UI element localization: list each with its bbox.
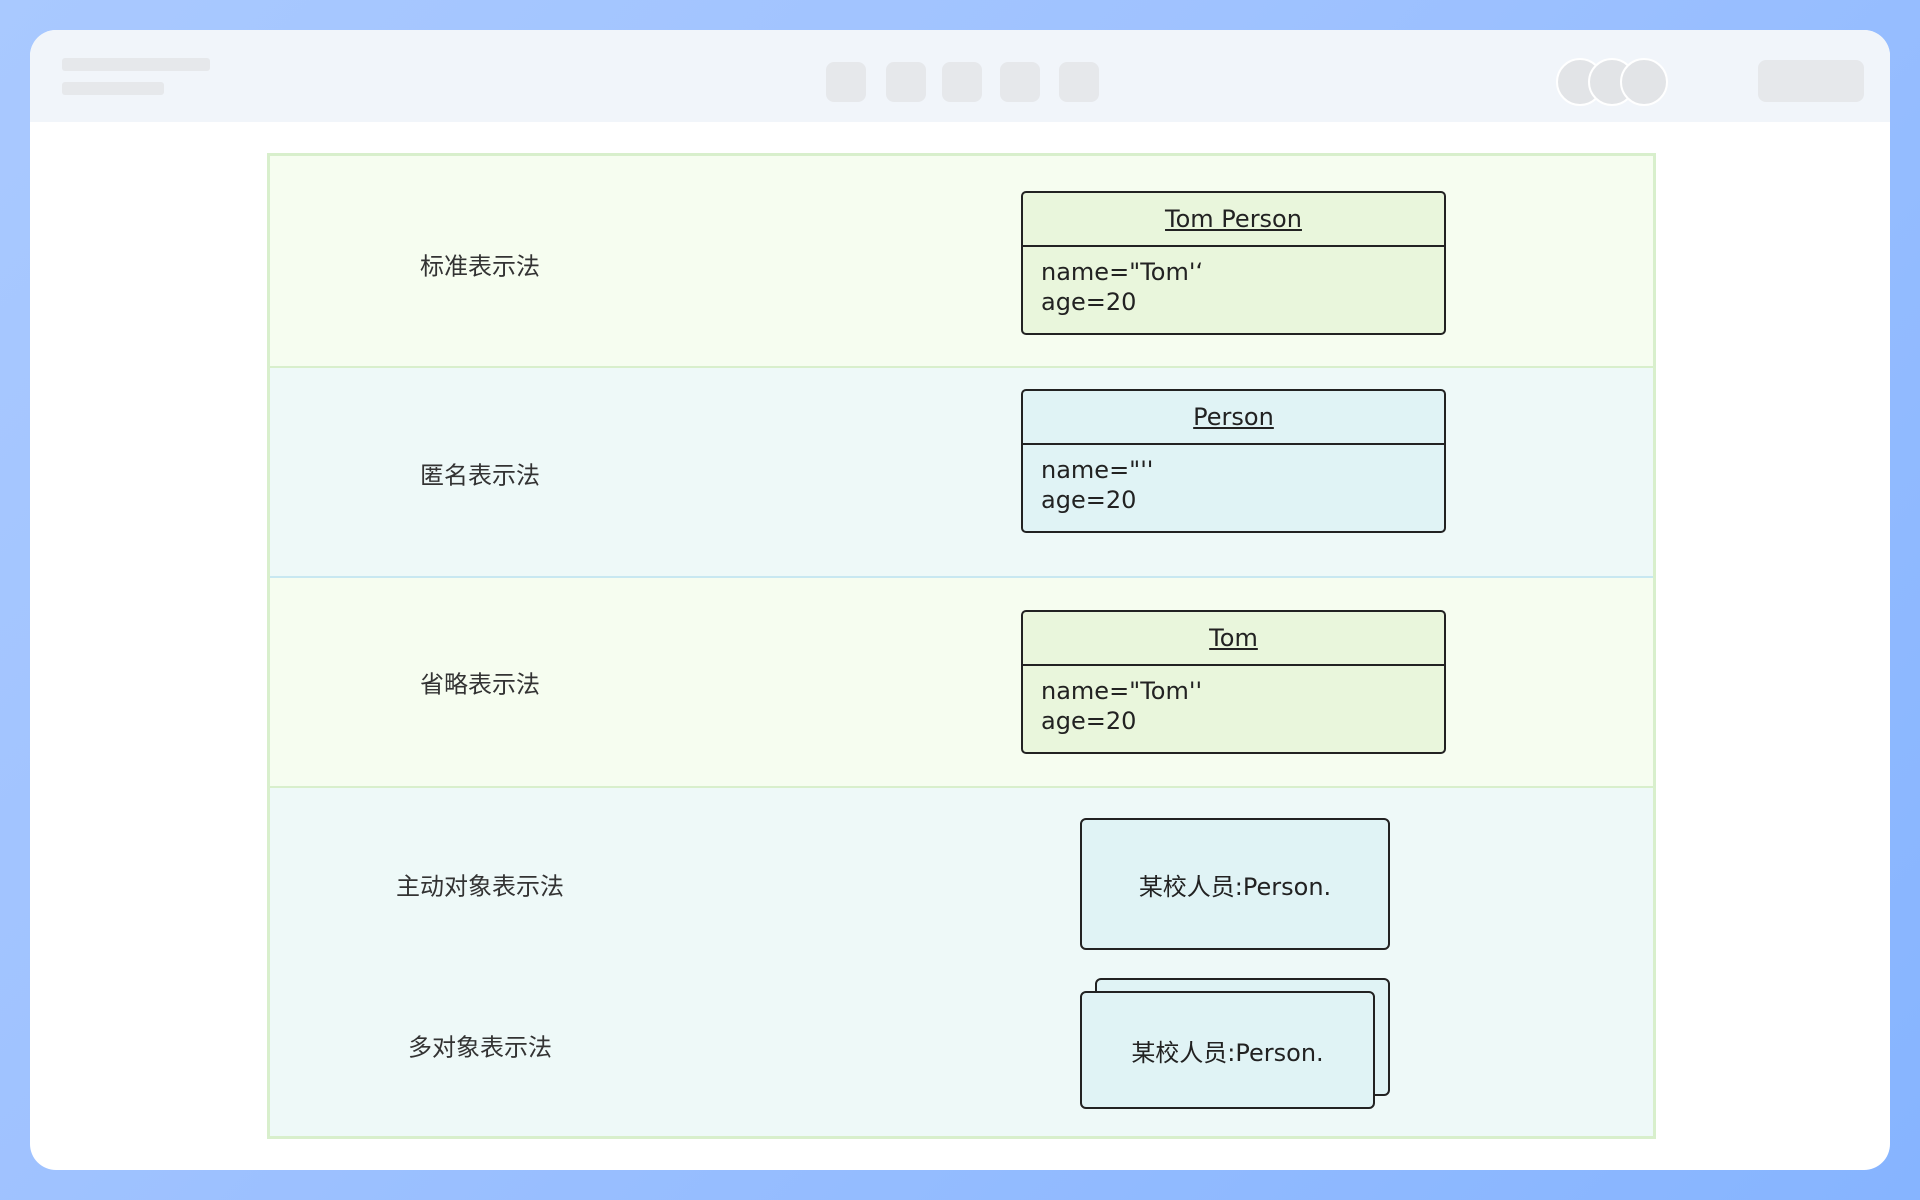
object-attributes: name="'' age=20: [1023, 445, 1444, 525]
app-window: 标准表示法 Tom Person name="Tom'‘ age=20 匿名表示…: [30, 30, 1890, 1170]
attribute: age=20: [1041, 707, 1137, 735]
subtitle-placeholder: [62, 82, 164, 95]
attribute: name="Tom'': [1041, 677, 1203, 705]
object-notation-diagram: 标准表示法 Tom Person name="Tom'‘ age=20 匿名表示…: [267, 153, 1656, 1139]
row-standard: 标准表示法 Tom Person name="Tom'‘ age=20: [270, 156, 1653, 368]
attribute: age=20: [1041, 288, 1137, 316]
row-label: 主动对象表示法: [396, 872, 564, 901]
object-box: Person name="'' age=20: [1021, 389, 1446, 533]
object-name: 某校人员:Person.: [1131, 1038, 1324, 1067]
toolbar-button-4[interactable]: [1000, 62, 1040, 102]
object-attributes: name="Tom'' age=20: [1023, 666, 1444, 746]
object-box: Tom Person name="Tom'‘ age=20: [1021, 191, 1446, 335]
active-object-box: 某校人员:Person.: [1080, 818, 1390, 950]
attribute: name="'': [1041, 456, 1154, 484]
toolbar: [30, 30, 1890, 122]
object-name: Tom: [1023, 612, 1444, 666]
object-name: Person: [1023, 391, 1444, 445]
object-name: 某校人员:Person.: [1138, 872, 1332, 901]
object-attributes: name="Tom'‘ age=20: [1023, 247, 1444, 327]
toolbar-button-3[interactable]: [942, 62, 982, 102]
toolbar-button-2[interactable]: [886, 62, 926, 102]
row-anonymous: 匿名表示法 Person name="'' age=20: [270, 368, 1653, 578]
row-omitted: 省略表示法 Tom name="Tom'' age=20: [270, 578, 1653, 788]
row-label: 匿名表示法: [420, 461, 540, 490]
attribute: name="Tom'‘: [1041, 258, 1204, 286]
object-name: Tom Person: [1023, 193, 1444, 247]
object-box: Tom name="Tom'' age=20: [1021, 610, 1446, 754]
row-active-multi: 主动对象表示法 某校人员:Person. 多对象表示法 某校人员:Person.: [270, 788, 1653, 1136]
toolbar-button-1[interactable]: [826, 62, 866, 102]
row-label: 标准表示法: [420, 252, 540, 281]
avatar[interactable]: [1620, 58, 1668, 106]
row-label: 多对象表示法: [408, 1033, 552, 1062]
toolbar-button-5[interactable]: [1059, 62, 1099, 102]
row-label: 省略表示法: [420, 670, 540, 699]
title-placeholder: [62, 58, 210, 71]
multi-object-front-box: 某校人员:Person.: [1080, 991, 1375, 1109]
action-button[interactable]: [1758, 60, 1864, 102]
attribute: age=20: [1041, 486, 1137, 514]
